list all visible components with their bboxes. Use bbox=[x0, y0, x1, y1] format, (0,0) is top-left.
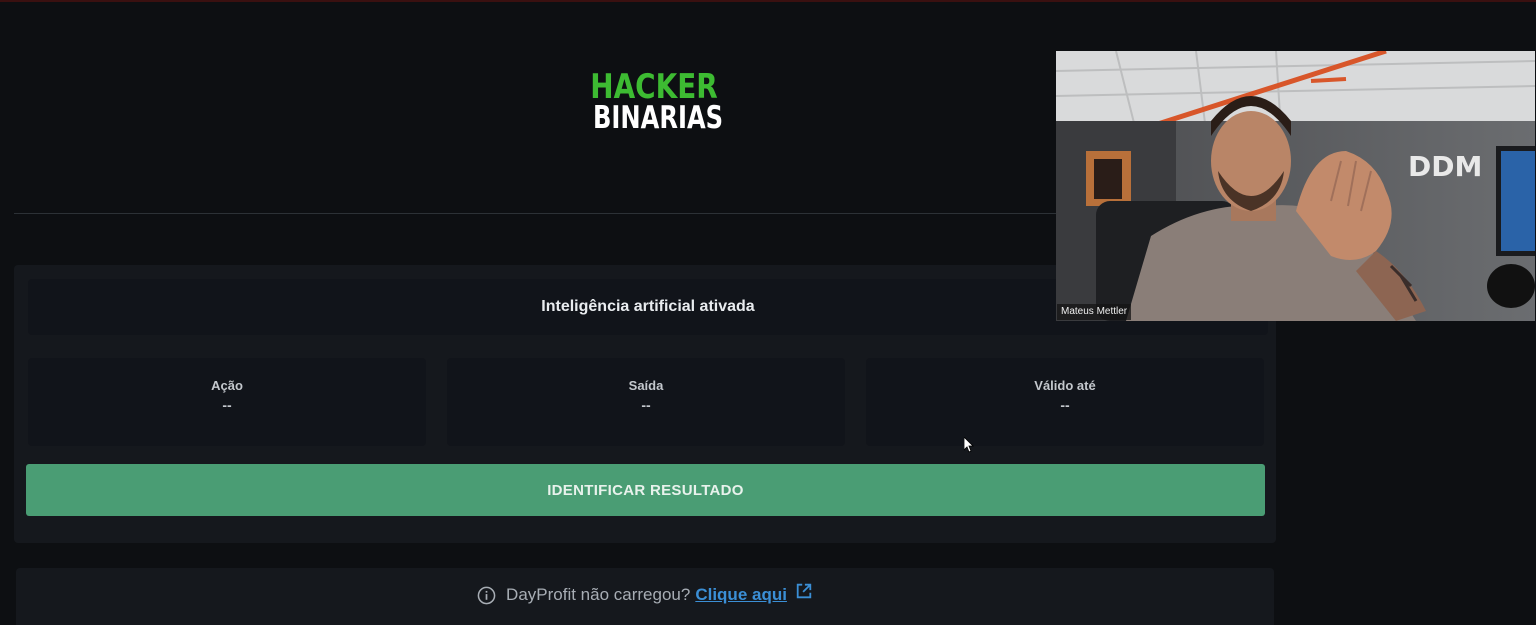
action-box: Ação -- bbox=[28, 358, 426, 446]
dayprofit-notice: DayProfit não carregou? Clique aqui bbox=[16, 568, 1274, 625]
info-icon bbox=[477, 586, 496, 604]
logo-line-1: HACKER bbox=[590, 67, 718, 107]
exit-value: -- bbox=[641, 397, 651, 413]
identify-result-button[interactable]: IDENTIFICAR RESULTADO bbox=[26, 464, 1265, 516]
wall-logo: DDM bbox=[1408, 150, 1482, 183]
notice-text: DayProfit não carregou? bbox=[506, 585, 691, 604]
action-label: Ação bbox=[211, 378, 243, 393]
hacker-binarias-logo: HACKER BINARIAS bbox=[578, 67, 724, 136]
webcam-video-feed: DDM bbox=[1056, 51, 1535, 321]
logo-line-2: BINARIAS bbox=[592, 100, 724, 136]
page: HACKER BINARIAS Inteligência artificial … bbox=[0, 0, 1536, 625]
valid-until-box: Válido até -- bbox=[866, 358, 1264, 446]
notice-content: DayProfit não carregou? Clique aqui bbox=[16, 568, 1274, 622]
top-accent-bar bbox=[0, 0, 1536, 2]
exit-label: Saída bbox=[628, 378, 664, 393]
valid-until-value: -- bbox=[1060, 397, 1070, 413]
webcam-overlay: DDM Mateus Mettler bbox=[1056, 51, 1535, 321]
action-value: -- bbox=[222, 397, 232, 413]
participant-name-tag: Mateus Mettler bbox=[1057, 304, 1132, 320]
valid-until-label: Válido até bbox=[1034, 378, 1096, 393]
mouse-cursor-icon bbox=[964, 437, 974, 453]
click-here-link[interactable]: Clique aqui bbox=[695, 585, 787, 605]
exit-box: Saída -- bbox=[447, 358, 845, 446]
external-link-icon[interactable] bbox=[795, 582, 813, 600]
